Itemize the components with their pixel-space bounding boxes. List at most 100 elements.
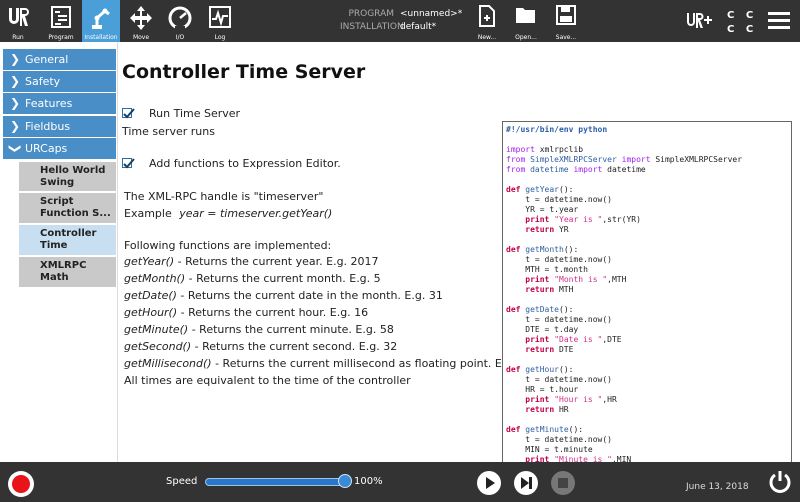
- date-display: June 13, 2018: [686, 482, 749, 492]
- item-label-line2: Math: [40, 272, 69, 283]
- item-label-line2: Swing: [40, 177, 75, 188]
- speed-cc-indicator: C C C C: [727, 9, 757, 37]
- category-label: Features: [25, 97, 73, 110]
- chevron-right-icon: ❯: [10, 119, 21, 133]
- function-item: getSecond() - Returns the current second…: [124, 340, 397, 353]
- category-label: URCaps: [25, 142, 68, 155]
- server-status-text: Time server runs: [122, 125, 215, 138]
- item-label-line1: Script: [40, 196, 74, 207]
- sidebar-category-safety[interactable]: ❯ Safety: [3, 71, 116, 92]
- page-title: Controller Time Server: [122, 61, 366, 83]
- open-button[interactable]: Open...: [510, 0, 542, 42]
- move-tab[interactable]: Move: [122, 0, 160, 42]
- step-forward-icon: [521, 477, 532, 489]
- function-desc: - Returns the current minute. E.g. 58: [188, 323, 394, 336]
- chevron-down-icon: ❯: [8, 143, 23, 154]
- checkmark-icon: [123, 158, 135, 169]
- function-item: getMillisecond() - Returns the current m…: [124, 357, 551, 370]
- function-desc: - Returns the current second. E.g. 32: [191, 340, 398, 353]
- move-arrows-icon: [130, 6, 152, 30]
- ur-logo-icon: [9, 8, 29, 26]
- sidebar-category-general[interactable]: ❯ General: [3, 49, 116, 70]
- installation-tab[interactable]: Installation: [82, 0, 120, 42]
- new-file-icon: [479, 5, 495, 27]
- function-item: getYear() - Returns the current year. E.…: [124, 255, 379, 268]
- function-item: getMonth() - Returns the current month. …: [124, 272, 381, 285]
- stop-button[interactable]: [551, 471, 575, 495]
- step-button[interactable]: [514, 471, 538, 495]
- category-label: Safety: [25, 75, 61, 88]
- function-item: getHour() - Returns the current hour. E.…: [124, 306, 368, 319]
- function-name: getSecond(): [124, 340, 192, 353]
- function-desc: - Returns the current hour. E.g. 16: [177, 306, 369, 319]
- installation-name: default*: [400, 22, 437, 32]
- item-label-line1: Hello World: [40, 165, 106, 176]
- sidebar-item-controller-time[interactable]: Controller Time: [19, 225, 116, 255]
- example-line: Example year = timeserver.getYear(): [124, 207, 332, 220]
- bottom-bar: Speed 100% June 13, 2018: [0, 462, 800, 502]
- sidebar-item-hello-world-swing[interactable]: Hello World Swing: [19, 162, 116, 191]
- expression-editor-checkbox[interactable]: [122, 158, 135, 169]
- sidebar-item-script-function[interactable]: Script Function S...: [19, 193, 116, 223]
- urplus-button[interactable]: [684, 0, 714, 42]
- program-info: PROGRAM <unnamed>* INSTALLATIONdefault*: [340, 8, 462, 34]
- speed-slider-handle[interactable]: [338, 474, 352, 488]
- polyscope-window: Run Program Installation Move I/O Log PR…: [0, 0, 800, 502]
- sidebar-item-xmlrpc-math[interactable]: XMLRPC Math: [19, 257, 116, 287]
- speed-label: Speed: [166, 476, 198, 487]
- chevron-right-icon: ❯: [10, 74, 21, 88]
- log-tab[interactable]: Log: [202, 0, 238, 42]
- item-label-line1: Controller: [40, 228, 97, 239]
- sidebar-category-urcaps[interactable]: ❯ URCaps: [3, 138, 116, 159]
- open-folder-icon: [516, 8, 535, 23]
- function-name: getMonth(): [124, 272, 186, 285]
- code-text: #!/usr/bin/env python import xmlrpclib f…: [506, 125, 743, 474]
- function-desc: - Returns the current year. E.g. 2017: [174, 255, 379, 268]
- function-item: getDate() - Returns the current date in …: [124, 289, 443, 302]
- speed-slider-track[interactable]: [205, 478, 348, 486]
- save-button[interactable]: Save...: [550, 0, 582, 42]
- handle-text: The XML-RPC handle is "timeserver": [124, 190, 324, 203]
- power-button[interactable]: [768, 470, 792, 494]
- sidebar-category-features[interactable]: ❯ Features: [3, 93, 116, 114]
- speed-value: 100%: [354, 476, 383, 487]
- open-button-label: Open...: [515, 34, 537, 41]
- item-label-line2: Time: [40, 240, 68, 251]
- main-content: Controller Time Server Run Time Server T…: [118, 42, 800, 481]
- new-button-label: New...: [477, 34, 497, 41]
- function-desc: - Returns the current date in the month.…: [176, 289, 443, 302]
- chevron-right-icon: ❯: [10, 96, 21, 110]
- example-label: Example: [124, 207, 172, 220]
- record-button[interactable]: [8, 471, 34, 497]
- function-name: getHour(): [124, 306, 178, 319]
- play-button[interactable]: [477, 471, 501, 495]
- io-tab[interactable]: I/O: [162, 0, 198, 42]
- footer-note: All times are equivalent to the time of …: [124, 374, 411, 387]
- io-gauge-icon: [168, 6, 192, 30]
- hamburger-menu-icon: [768, 12, 790, 29]
- chevron-right-icon: ❯: [10, 52, 21, 66]
- program-tab[interactable]: Program: [42, 0, 80, 42]
- stop-icon: [558, 478, 568, 488]
- cc-row-1: C C: [727, 10, 758, 21]
- new-button[interactable]: New...: [472, 0, 502, 42]
- expression-editor-label: Add functions to Expression Editor.: [149, 157, 341, 170]
- run-time-server-label: Run Time Server: [149, 107, 241, 120]
- example-code: year = timeserver.getYear(): [179, 207, 333, 220]
- function-name: getYear(): [124, 255, 175, 268]
- category-label: Fieldbus: [25, 120, 71, 133]
- run-tab-label: Run: [12, 34, 24, 41]
- run-time-server-checkbox[interactable]: [122, 108, 135, 119]
- function-name: getMillisecond(): [124, 357, 212, 370]
- function-item: getMinute() - Returns the current minute…: [124, 323, 394, 336]
- category-label: General: [25, 53, 69, 66]
- sidebar-category-fieldbus[interactable]: ❯ Fieldbus: [3, 116, 116, 137]
- function-desc: - Returns the current millisecond as flo…: [211, 357, 551, 370]
- program-key: PROGRAM: [348, 9, 394, 19]
- item-label-line2: Function S...: [40, 208, 111, 219]
- python-code-viewer[interactable]: #!/usr/bin/env python import xmlrpclib f…: [502, 121, 792, 481]
- cc-row-2: C C: [727, 24, 758, 35]
- run-tab[interactable]: Run: [0, 0, 36, 42]
- program-icon: [51, 6, 71, 28]
- hamburger-menu-button[interactable]: [764, 0, 794, 42]
